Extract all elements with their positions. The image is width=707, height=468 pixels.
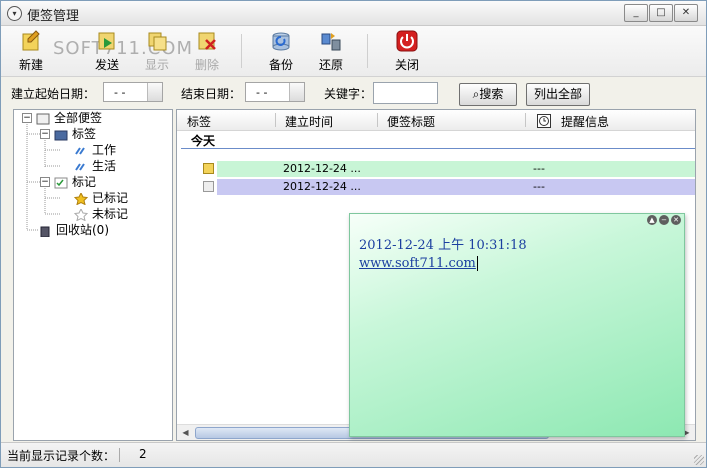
app-menu-icon[interactable]: ▾ xyxy=(7,6,22,21)
restore-icon xyxy=(320,30,342,52)
close-button[interactable]: 关闭 xyxy=(387,30,427,73)
keyword-input[interactable] xyxy=(373,82,438,104)
title-bar[interactable]: ▾ 便签管理 _ □ ✕ xyxy=(1,1,706,26)
minimize-button[interactable]: _ xyxy=(624,4,648,22)
tree-item-marked[interactable]: 已标记 xyxy=(73,190,128,206)
sticky-note-preview[interactable]: ▲ − ✕ 2012-12-24 上午 10:31:18 www.soft711… xyxy=(349,213,685,437)
tree-item-work[interactable]: 工作 xyxy=(74,142,116,158)
search-button[interactable]: ⌕搜索 xyxy=(459,83,517,106)
toolbar: SOFT711.COM 新建 发送 显示 删除 备份 还原 关闭 xyxy=(1,26,706,77)
start-date-picker[interactable]: - - xyxy=(103,82,163,102)
group-divider xyxy=(181,148,695,149)
tree-item-recycle-bin[interactable]: 回收站(0) xyxy=(38,222,109,238)
tag-icon xyxy=(74,145,88,157)
star-icon xyxy=(73,191,89,205)
filter-bar: 建立起始日期： - - 结束日期： - - 关键字： ⌕搜索 列出全部 xyxy=(1,79,706,107)
list-header: 标签 建立时间 便签标题 提醒信息 xyxy=(177,110,695,131)
note-color-icon xyxy=(203,163,214,174)
start-date-label: 建立起始日期： xyxy=(11,87,96,101)
scroll-left-icon[interactable]: ◀ xyxy=(179,426,192,439)
maximize-button[interactable]: □ xyxy=(649,4,673,22)
delete-button[interactable]: 删除 xyxy=(187,30,227,73)
show-button[interactable]: 显示 xyxy=(137,30,177,73)
record-count-value: 2 xyxy=(139,447,147,461)
column-reminder[interactable]: 提醒信息 xyxy=(537,113,609,130)
keyword-label: 关键字： xyxy=(324,87,373,101)
note-collapse-icon[interactable]: ▲ xyxy=(647,215,657,225)
tree-item-all-notes[interactable]: 全部便签 xyxy=(36,110,102,126)
toolbar-separator xyxy=(367,34,368,68)
new-button[interactable]: 新建 xyxy=(11,30,51,73)
tree-item-life[interactable]: 生活 xyxy=(74,158,116,174)
group-header-today: 今天 xyxy=(191,134,216,148)
note-link[interactable]: www.soft711.com xyxy=(359,256,478,271)
resize-grip-icon[interactable] xyxy=(694,455,704,465)
power-icon xyxy=(396,30,418,52)
column-tag[interactable]: 标签 xyxy=(187,113,211,130)
backup-icon xyxy=(270,30,292,52)
star-outline-icon xyxy=(73,207,89,221)
tree-collapse-toggle[interactable]: − xyxy=(40,177,50,187)
status-bar: 当前显示记录个数： 2 xyxy=(1,442,706,467)
end-date-label: 结束日期： xyxy=(181,87,242,101)
column-note-title[interactable]: 便签标题 xyxy=(387,113,435,130)
tag-icon xyxy=(74,161,88,173)
list-all-button[interactable]: 列出全部 xyxy=(526,83,590,106)
window-title: 便签管理 xyxy=(27,9,80,24)
clock-icon xyxy=(537,114,551,128)
tree-item-marks[interactable]: 标记 xyxy=(54,174,96,190)
backup-button[interactable]: 备份 xyxy=(261,30,301,73)
new-note-icon xyxy=(20,30,42,52)
dropdown-icon[interactable] xyxy=(147,83,162,101)
text-caret xyxy=(476,256,478,271)
checklist-icon xyxy=(54,177,68,189)
show-icon xyxy=(146,30,168,52)
column-created-time[interactable]: 建立时间 xyxy=(285,113,333,130)
tree-item-tags[interactable]: 标签 xyxy=(54,126,96,142)
tree-collapse-toggle[interactable]: − xyxy=(40,129,50,139)
tag-folder-icon xyxy=(54,129,68,141)
tree-collapse-toggle[interactable]: − xyxy=(22,113,32,123)
restore-button[interactable]: 还原 xyxy=(311,30,351,73)
main-window: ▾ 便签管理 _ □ ✕ SOFT711.COM 新建 发送 显示 删除 备份 … xyxy=(0,0,707,468)
category-tree: − 全部便签 − 标签 工作 生活 − 标记 已标记 未标记 回收站(0) xyxy=(13,109,173,441)
note-minimize-icon[interactable]: − xyxy=(659,215,669,225)
end-date-picker[interactable]: - - xyxy=(245,82,305,102)
note-timestamp: 2012-12-24 上午 10:31:18 xyxy=(359,238,527,253)
note-close-icon[interactable]: ✕ xyxy=(671,215,681,225)
toolbar-separator xyxy=(241,34,242,68)
table-row[interactable]: 2012-12-24 ... --- xyxy=(217,179,695,195)
delete-icon xyxy=(196,30,218,52)
send-icon xyxy=(96,30,118,52)
close-window-button[interactable]: ✕ xyxy=(674,4,698,22)
record-count-label: 当前显示记录个数： xyxy=(7,449,116,463)
table-row[interactable]: 2012-12-24 ... --- xyxy=(217,161,695,177)
note-color-icon xyxy=(203,181,214,192)
tree-item-unmarked[interactable]: 未标记 xyxy=(73,206,128,222)
notes-root-icon xyxy=(36,113,50,125)
trash-icon xyxy=(38,225,52,237)
send-button[interactable]: 发送 xyxy=(87,30,127,73)
dropdown-icon[interactable] xyxy=(289,83,304,101)
